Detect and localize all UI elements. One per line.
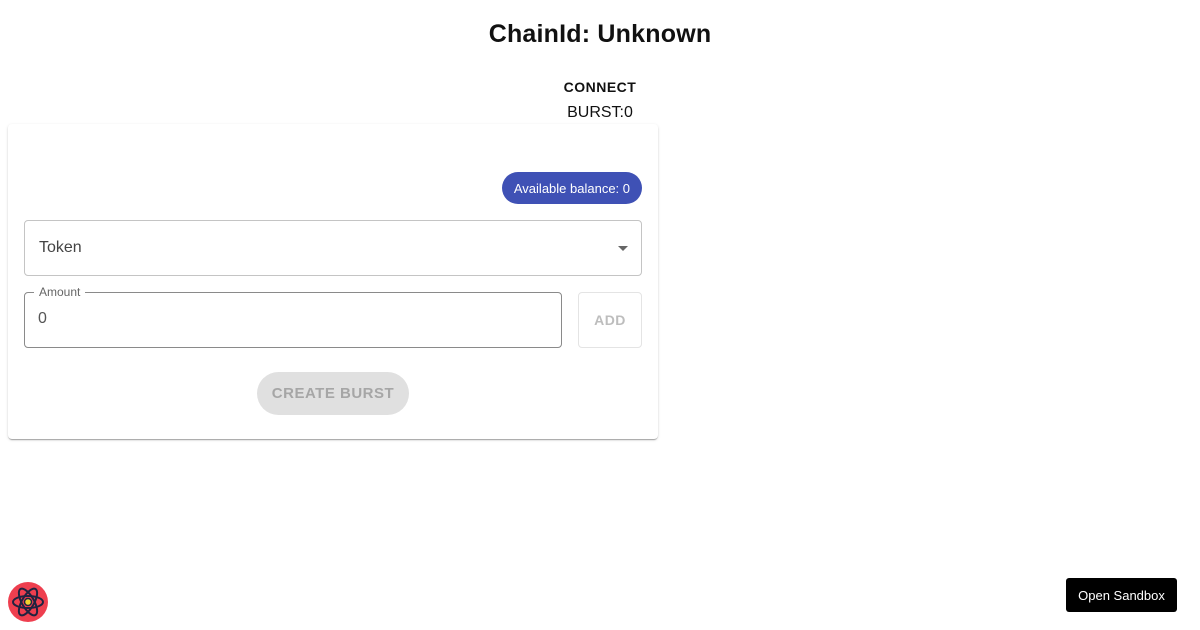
burst-count: BURST:0 [567, 104, 633, 121]
add-button[interactable]: ADD [578, 292, 642, 348]
token-select-label: Token [39, 239, 82, 256]
balance-badge: Available balance: 0 [501, 172, 642, 204]
dropdown-arrow-icon [618, 246, 628, 251]
token-select[interactable]: Token [24, 220, 642, 276]
amount-input[interactable] [38, 310, 538, 328]
open-sandbox-button[interactable]: Open Sandbox [1066, 578, 1177, 612]
react-atom-icon[interactable] [8, 582, 48, 622]
create-burst-button[interactable]: CREATE BURST [257, 372, 409, 415]
amount-field: Amount [24, 285, 562, 348]
amount-label: Amount [34, 285, 86, 299]
page-title: ChainId: Unknown [488, 20, 712, 48]
create-burst-card: Available balance: 0 Token Amount ADD CR… [8, 124, 658, 439]
connect-button[interactable]: CONNECT [550, 79, 650, 95]
